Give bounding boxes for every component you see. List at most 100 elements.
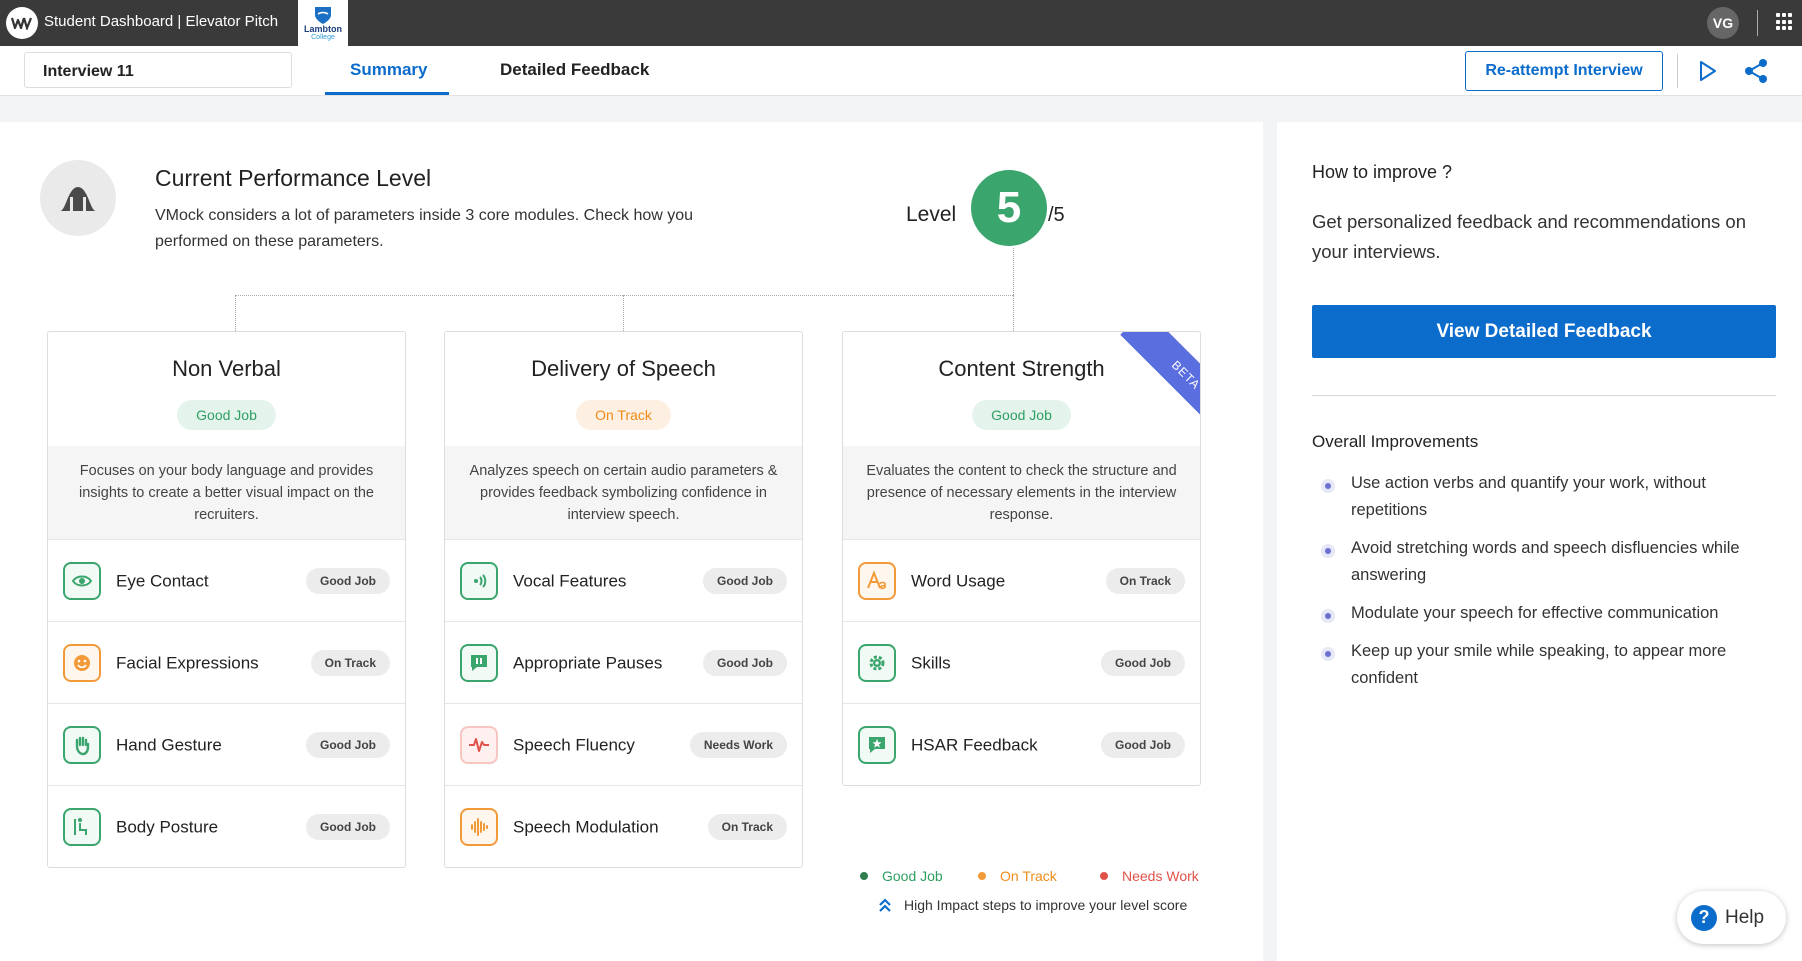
list-item: Keep up your smile while speaking, to ap… [1312,638,1776,692]
param-name: Appropriate Pauses [513,653,663,672]
performance-title: Current Performance Level [155,165,432,191]
param-name: Vocal Features [513,571,627,590]
gear-icon [858,644,896,682]
high-impact-label: High Impact steps to improve your level … [904,897,1188,913]
app-title: Student Dashboard | Elevator Pitch [44,13,279,30]
param-name: Speech Fluency [513,735,635,754]
improvement-text: Keep up your smile while speaking, to ap… [1351,642,1727,687]
topbar-divider [1757,10,1758,36]
pause-icon [460,644,498,682]
beta-ribbon-label: BETA [1120,332,1200,435]
double-chevron-up-icon [879,898,891,912]
tab-detailed-feedback[interactable]: Detailed Feedback [500,60,649,80]
param-row-speech-fluency[interactable]: Speech Fluency Needs Work [445,703,802,785]
param-name: Hand Gesture [116,735,222,754]
sound-icon [460,562,498,600]
performance-description: VMock considers a lot of parameters insi… [155,207,694,250]
performance-icon [40,160,116,236]
bullet-icon [1325,548,1331,554]
shield-icon [315,6,331,24]
module-title: Delivery of Speech [531,356,716,381]
share-icon[interactable] [1742,57,1770,85]
param-name: Skills [911,653,951,672]
param-status-badge: On Track [707,813,787,840]
panel-divider [1312,395,1776,396]
param-row-body-posture[interactable]: Body Posture Good Job [48,785,405,867]
active-tab-indicator [325,92,449,95]
connector-line [1013,248,1014,295]
param-row-facial-expressions[interactable]: Facial Expressions On Track [48,621,405,703]
connector-line [235,295,1013,296]
module-status-badge: Good Job [177,400,276,430]
param-row-hsar-feedback[interactable]: HSAR Feedback Good Job [843,703,1200,785]
param-row-vocal-features[interactable]: Vocal Features Good Job [445,539,802,621]
play-icon[interactable] [1693,57,1721,85]
param-status-badge: Good Job [1101,649,1185,676]
vmock-logo-icon[interactable] [6,7,38,39]
apps-grid-icon[interactable] [1776,13,1794,31]
param-row-skills[interactable]: Skills Good Job [843,621,1200,703]
tab-summary[interactable]: Summary [350,60,427,80]
legend-good: Good Job [860,868,943,884]
param-status-badge: Good Job [703,649,787,676]
user-avatar[interactable]: VG [1707,7,1739,39]
eye-icon [63,562,101,600]
param-status-badge: Good Job [703,567,787,594]
param-name: Word Usage [911,571,1006,590]
legend-needs: Needs Work [1100,868,1199,884]
modulation-icon [460,808,498,846]
level-label: Level [906,203,957,226]
high-impact-note: High Impact steps to improve your level … [878,897,1187,913]
text-icon [858,562,896,600]
college-sub: College [311,33,335,41]
posture-icon [63,808,101,846]
overall-improvements-title: Overall Improvements [1312,432,1479,451]
bullet-icon [1325,651,1331,657]
waveform-icon [460,726,498,764]
list-item: Avoid stretching words and speech disflu… [1312,535,1776,589]
interview-selector[interactable]: Interview 11 [24,52,292,88]
list-item: Modulate your speech for effective commu… [1312,600,1776,627]
legend-dot [1100,872,1108,880]
param-name: Facial Expressions [116,653,259,672]
module-description: Evaluates the content to check the struc… [843,446,1200,539]
module-description: Focuses on your body language and provid… [48,446,405,539]
bullet-icon [1325,613,1331,619]
module-status-badge: On Track [576,400,671,430]
module-title: Non Verbal [172,356,281,381]
param-status-badge: Good Job [306,567,390,594]
legend-dot [978,872,986,880]
legend-track: On Track [978,868,1057,884]
param-status-badge: On Track [1105,567,1185,594]
param-row-hand-gesture[interactable]: Hand Gesture Good Job [48,703,405,785]
legend-needs-label: Needs Work [1122,868,1199,884]
star-icon [858,726,896,764]
college-name: Lambton [304,23,342,34]
param-row-speech-modulation[interactable]: Speech Modulation On Track [445,785,802,867]
help-button[interactable]: ? Help [1677,891,1786,944]
view-detailed-feedback-button[interactable]: View Detailed Feedback [1312,305,1776,358]
how-to-improve-description: Get personalized feedback and recommenda… [1312,211,1746,262]
smile-icon [63,644,101,682]
module-description: Analyzes speech on certain audio paramet… [445,446,802,539]
how-to-improve-title: How to improve ? [1312,162,1453,182]
param-row-appropriate-pauses[interactable]: Appropriate Pauses Good Job [445,621,802,703]
connector-line [1013,295,1014,331]
param-name: HSAR Feedback [911,735,1038,754]
param-status-badge: Good Job [306,813,390,840]
top-bar: Student Dashboard | Elevator Pitch Lambt… [0,0,1802,46]
param-row-eye-contact[interactable]: Eye Contact Good Job [48,539,405,621]
param-status-badge: Good Job [306,731,390,758]
help-label: Help [1725,906,1765,928]
improvement-text: Use action verbs and quantify your work,… [1351,474,1706,519]
header-divider [1677,54,1678,88]
module-card-content-strength: BETA Content Strength Good Job Evaluates… [842,331,1201,786]
reattempt-interview-button[interactable]: Re-attempt Interview [1465,51,1663,91]
beta-ribbon: BETA [1097,332,1200,435]
improvement-text: Modulate your speech for effective commu… [1351,604,1719,622]
param-row-word-usage[interactable]: Word Usage On Track [843,539,1200,621]
level-badge: 5 [971,170,1047,246]
param-name: Body Posture [116,817,219,836]
list-item: Use action verbs and quantify your work,… [1312,470,1776,524]
sub-header: Interview 11 Summary Detailed Feedback R… [0,46,1802,96]
